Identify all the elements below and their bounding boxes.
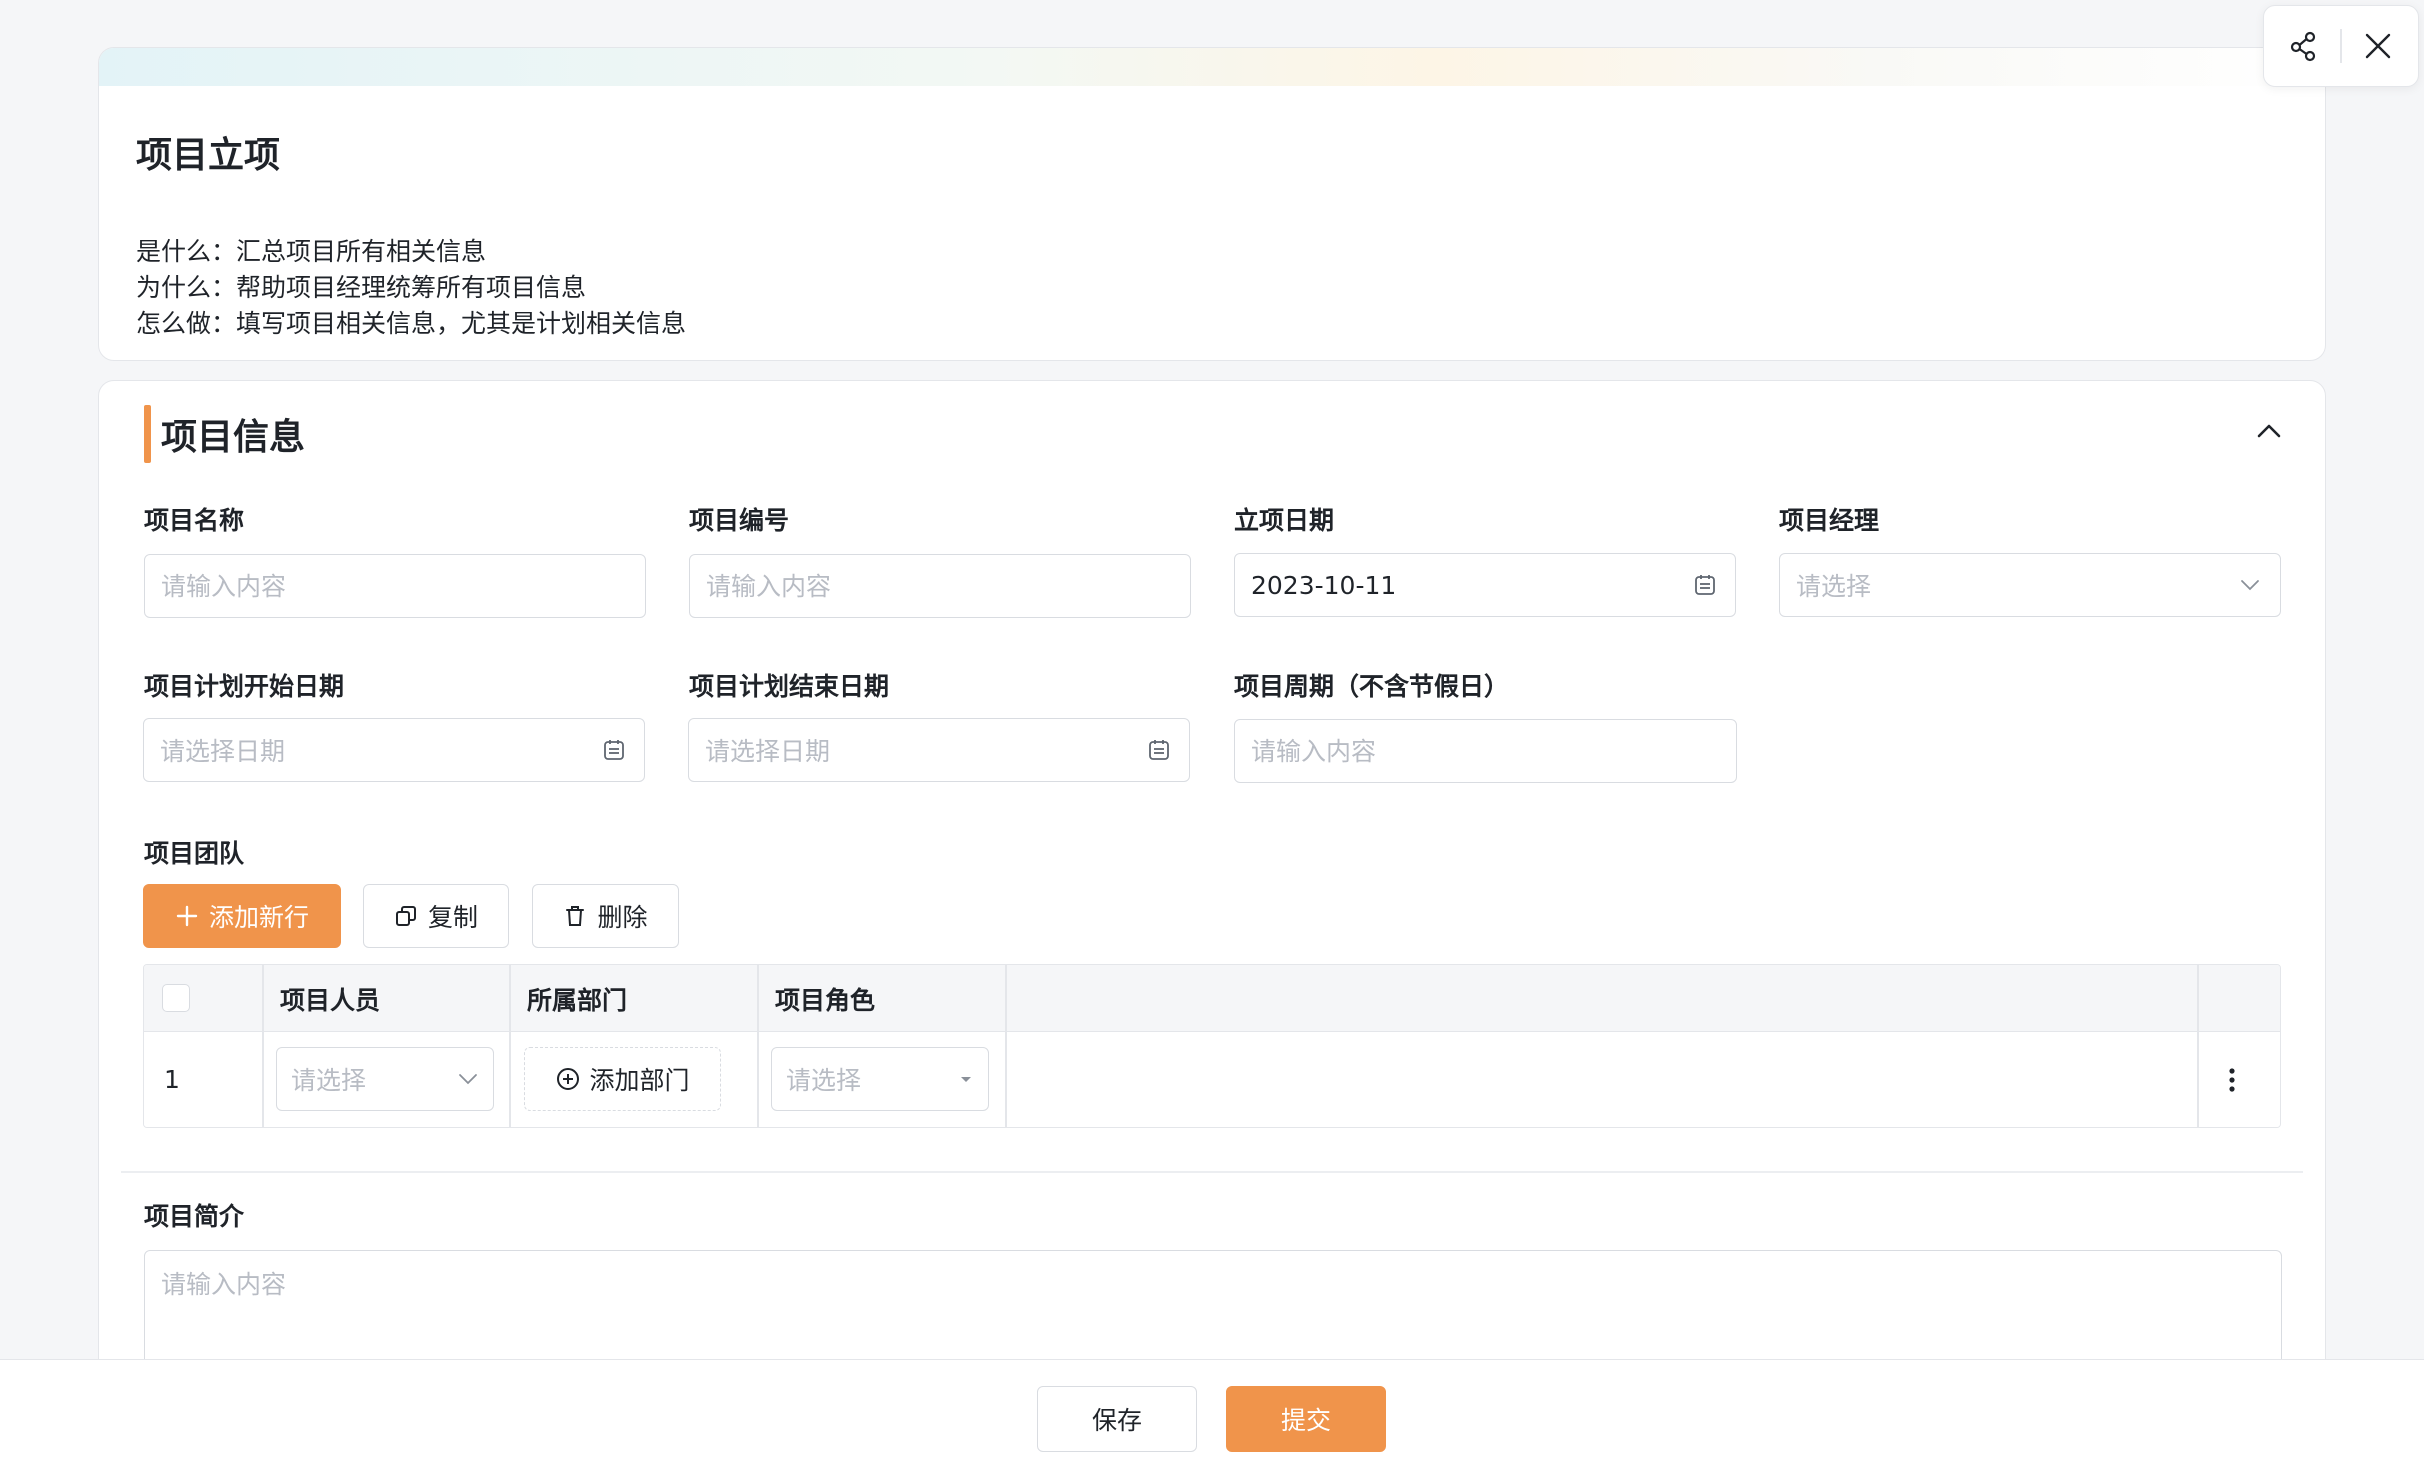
share-button[interactable] (2280, 22, 2328, 70)
desc-why: 为什么：帮助项目经理统筹所有项目信息 (136, 273, 587, 302)
section-title: 项目信息 (144, 405, 305, 463)
project-code-field[interactable] (689, 554, 1191, 618)
delete-button[interactable]: 删除 (532, 884, 679, 948)
delete-label: 删除 (597, 903, 648, 932)
copy-button[interactable]: 复制 (363, 884, 509, 948)
project-name-input[interactable] (161, 571, 629, 601)
caret-down-icon (961, 1077, 971, 1082)
table-header: 项目人员 所属部门 项目角色 (144, 965, 2280, 1032)
plan-start-placeholder: 请选择日期 (160, 737, 286, 766)
toolbar-divider (2340, 29, 2342, 63)
label-project-name: 项目名称 (144, 506, 245, 535)
add-department-button[interactable]: 添加部门 (524, 1047, 721, 1111)
col-department: 所属部门 (527, 985, 628, 1015)
add-row-label: 添加新行 (208, 903, 309, 932)
member-placeholder: 请选择 (291, 1066, 367, 1095)
plan-end-date-field[interactable]: 请选择日期 (688, 718, 1190, 782)
close-icon (2365, 33, 2391, 59)
label-plan-end: 项目计划结束日期 (689, 672, 890, 701)
section-title-text: 项目信息 (161, 417, 306, 458)
desc-how: 怎么做：填写项目相关信息，尤其是计划相关信息 (136, 309, 687, 338)
plan-start-date-field[interactable]: 请选择日期 (143, 718, 645, 782)
label-team: 项目团队 (144, 839, 245, 868)
floating-toolbar (2263, 5, 2419, 87)
select-all-checkbox[interactable] (162, 984, 190, 1012)
label-project-code: 项目编号 (689, 506, 790, 535)
project-cycle-input[interactable] (1251, 736, 1720, 766)
trash-icon (566, 906, 585, 926)
collapse-button[interactable] (2249, 411, 2289, 451)
copy-label: 复制 (427, 903, 478, 932)
project-info-card: 项目信息 项目名称 项目编号 立项日期 项目经理 2023-10-11 请选择 … (98, 380, 2326, 1464)
col-member: 项目人员 (280, 985, 381, 1015)
label-intro: 项目简介 (144, 1202, 245, 1231)
project-name-field[interactable] (144, 554, 646, 618)
team-table: 项目人员 所属部门 项目角色 1 请选择 添加部门 请选择 (143, 964, 2281, 1128)
plus-icon (176, 905, 198, 927)
label-plan-start: 项目计划开始日期 (144, 672, 345, 701)
chevron-up-icon (2257, 424, 2281, 438)
submit-label: 提交 (1280, 1406, 1331, 1435)
chevron-down-icon (2236, 571, 2264, 599)
plan-end-placeholder: 请选择日期 (705, 737, 831, 766)
submit-button[interactable]: 提交 (1226, 1386, 1386, 1452)
header-description: 是什么：汇总项目所有相关信息 为什么：帮助项目经理统筹所有项目信息 怎么做：填写… (136, 234, 686, 342)
more-vertical-icon (2229, 1068, 2235, 1092)
project-code-input[interactable] (706, 571, 1174, 601)
page-title: 项目立项 (136, 135, 281, 176)
role-select[interactable]: 请选择 (771, 1047, 989, 1111)
project-manager-select[interactable]: 请选择 (1779, 553, 2281, 617)
save-button[interactable]: 保存 (1037, 1386, 1197, 1452)
add-department-label: 添加部门 (589, 1066, 690, 1095)
label-start-date: 立项日期 (1234, 506, 1335, 535)
role-placeholder: 请选择 (786, 1066, 862, 1095)
manager-placeholder: 请选择 (1796, 572, 1872, 601)
header-gradient-band (99, 48, 2325, 86)
label-cycle: 项目周期（不含节假日） (1234, 672, 1510, 701)
close-button[interactable] (2354, 22, 2402, 70)
share-icon (2290, 31, 2316, 62)
save-label: 保存 (1091, 1406, 1142, 1435)
desc-what: 是什么：汇总项目所有相关信息 (136, 237, 487, 266)
table-row: 1 请选择 添加部门 请选择 (144, 1032, 2280, 1127)
footer-bar: 保存 提交 (0, 1359, 2424, 1464)
section-accent-bar (144, 405, 151, 463)
section-divider (121, 1171, 2303, 1173)
header-card: 项目立项 是什么：汇总项目所有相关信息 为什么：帮助项目经理统筹所有项目信息 怎… (98, 47, 2326, 361)
label-manager: 项目经理 (1779, 506, 1880, 535)
calendar-icon (1691, 571, 1719, 599)
row-index: 1 (164, 1065, 180, 1094)
project-date-value: 2023-10-11 (1251, 570, 1397, 600)
calendar-icon (1145, 736, 1173, 764)
member-select[interactable]: 请选择 (276, 1047, 494, 1111)
copy-icon (395, 906, 416, 926)
row-more-button[interactable] (2214, 1062, 2250, 1098)
chevron-down-icon (459, 1074, 477, 1085)
project-date-field[interactable]: 2023-10-11 (1234, 553, 1736, 617)
project-cycle-field[interactable] (1234, 719, 1737, 783)
col-role: 项目角色 (775, 985, 876, 1015)
calendar-icon (600, 736, 628, 764)
add-row-button[interactable]: 添加新行 (143, 884, 341, 948)
plus-circle-icon (557, 1068, 580, 1090)
